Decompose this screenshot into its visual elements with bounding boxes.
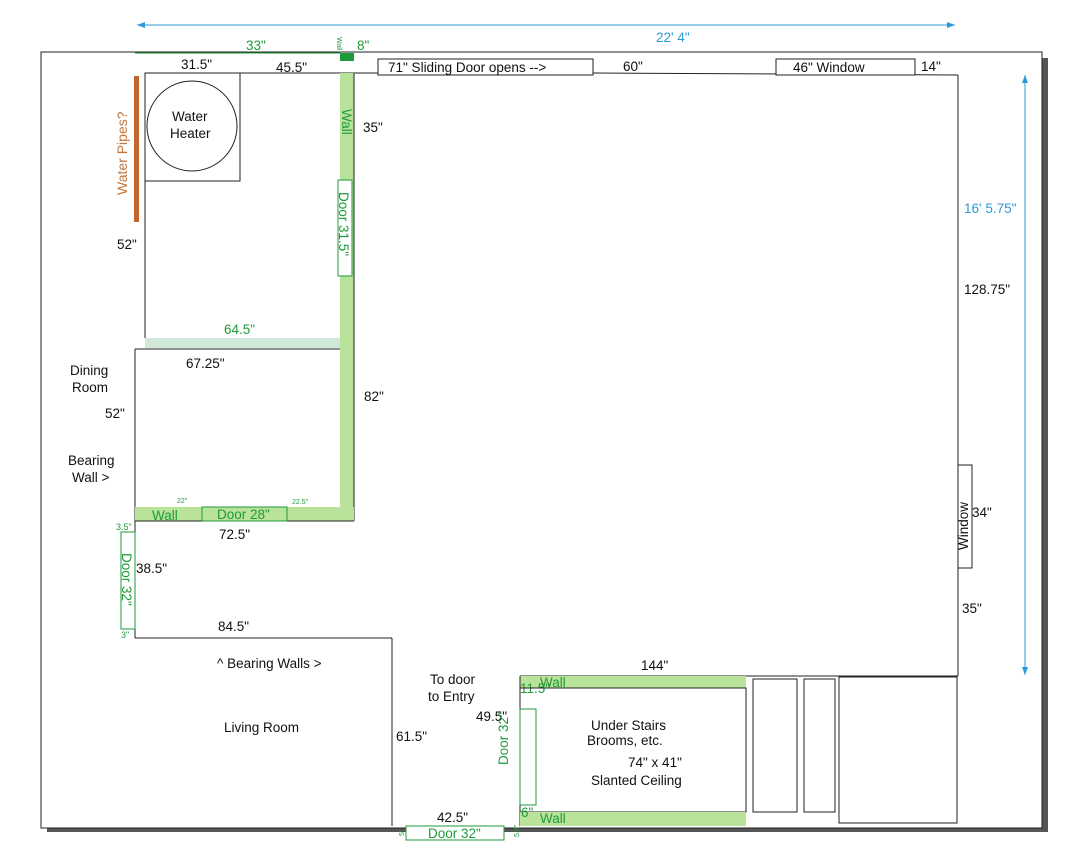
dim-33: 33" bbox=[246, 38, 266, 53]
dim-61-5: 61.5" bbox=[396, 729, 427, 744]
vertical-wall-label: Wall bbox=[339, 109, 354, 135]
dim-14: 14" bbox=[921, 59, 941, 74]
stairs-wall-bottom-label: Wall bbox=[540, 811, 566, 826]
bearing-wall-label-2: Wall > bbox=[72, 470, 109, 485]
horizontal-wall-label: Wall bbox=[152, 508, 178, 523]
dim-128-75: 128.75" bbox=[964, 282, 1010, 297]
overall-height-label: 16' 5.75" bbox=[964, 201, 1017, 216]
to-door-label-2: to Entry bbox=[428, 689, 475, 704]
door-32-stairs bbox=[519, 708, 537, 806]
door-28-label: Door 28" bbox=[217, 507, 270, 522]
water-heater-label-2: Heater bbox=[170, 126, 211, 141]
dim-5-right: 5.5" bbox=[514, 824, 521, 837]
door-32-left-label: Door 32" bbox=[119, 553, 134, 606]
door-32-bottom-label: Door 32" bbox=[428, 826, 481, 841]
slanted-ceiling-label: Slanted Ceiling bbox=[591, 773, 682, 788]
dim-64-5: 64.5" bbox=[224, 322, 255, 337]
dim-35-top: 35" bbox=[363, 120, 383, 135]
water-heater-label-1: Water bbox=[172, 109, 208, 124]
dim-72-5: 72.5" bbox=[219, 527, 250, 542]
dim-52-top: 52" bbox=[117, 237, 137, 252]
dim-60: 60" bbox=[623, 59, 643, 74]
dim-5-left: 5" bbox=[399, 829, 406, 836]
bearing-walls-label: ^ Bearing Walls > bbox=[217, 656, 322, 671]
dim-22: 22" bbox=[177, 498, 188, 505]
dim-84-5: 84.5" bbox=[218, 619, 249, 634]
sliding-door-label: 71" Sliding Door opens --> bbox=[388, 60, 546, 75]
dim-31-5: 31.5" bbox=[181, 57, 212, 72]
floor-plan: 22' 4" 16' 5.75" 33" Wall 8" 71" Sliding… bbox=[40, 22, 1048, 841]
water-pipes-label: Water Pipes? bbox=[114, 111, 130, 195]
dim-144: 144" bbox=[641, 658, 669, 673]
dining-room-label-1: Dining bbox=[70, 363, 108, 378]
dining-room-label-2: Room bbox=[72, 380, 108, 395]
window-top-label: 46" Window bbox=[793, 60, 865, 75]
dim-6: 6" bbox=[521, 805, 534, 820]
bearing-wall-label-1: Bearing bbox=[68, 453, 115, 468]
dim-67-25: 67.25" bbox=[186, 356, 225, 371]
window-right-label: Window bbox=[956, 502, 971, 550]
dim-8: 8" bbox=[357, 38, 370, 53]
under-stairs-label-2: Brooms, etc. bbox=[587, 733, 663, 748]
vertical-wall bbox=[340, 73, 354, 521]
dim-38-5: 38.5" bbox=[136, 561, 167, 576]
dim-35-right: 35" bbox=[962, 601, 982, 616]
door-32-stairs-label: Door 32" bbox=[496, 712, 511, 765]
dim-82: 82" bbox=[364, 389, 384, 404]
dim-45-5: 45.5" bbox=[276, 60, 307, 75]
tiny-wall-block bbox=[340, 53, 354, 61]
overall-width-label: 22' 4" bbox=[656, 30, 690, 45]
to-door-label-1: To door bbox=[430, 672, 476, 687]
stairs-size-label: 74" x 41" bbox=[628, 755, 682, 770]
dim-34: 34" bbox=[972, 505, 992, 520]
dim-3-5: 3.5" bbox=[116, 522, 132, 532]
dim-3: 3" bbox=[121, 630, 129, 640]
door-31-5-label: Door 31.5" bbox=[336, 192, 351, 256]
dim-42-5: 42.5" bbox=[437, 810, 468, 825]
tiny-wall-label: Wall bbox=[335, 37, 342, 51]
dim-52-mid: 52" bbox=[105, 406, 125, 421]
dim-22-5: 22.5" bbox=[292, 499, 309, 506]
light-wall-64-5 bbox=[145, 338, 340, 348]
living-room-label: Living Room bbox=[224, 720, 299, 735]
under-stairs-label-1: Under Stairs bbox=[591, 718, 666, 733]
water-pipes bbox=[134, 76, 139, 222]
